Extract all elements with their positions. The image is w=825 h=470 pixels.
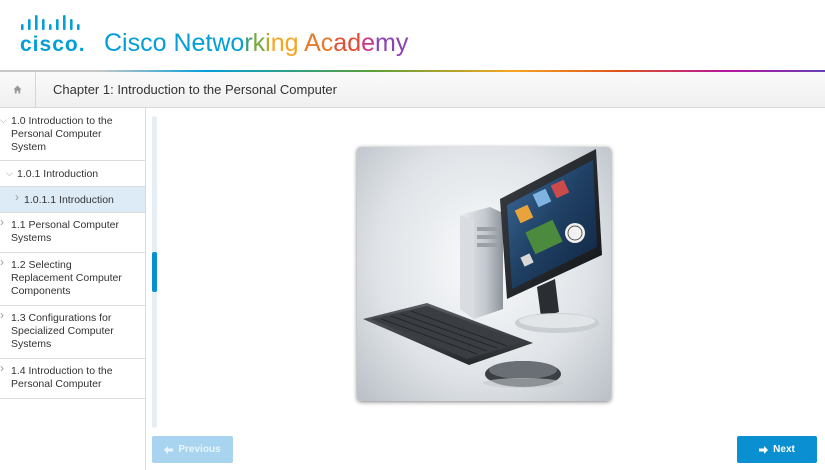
- content-scrollbar[interactable]: [152, 116, 157, 428]
- chapter-bar: Chapter 1: Introduction to the Personal …: [0, 72, 825, 108]
- chapter-title: Chapter 1: Introduction to the Personal …: [53, 82, 337, 97]
- sidebar-item-label: 1.0.1 Introduction: [17, 168, 98, 181]
- sidebar-item-label-line: 1.1 Personal Computer: [11, 219, 119, 231]
- sidebar-item-label-line: 1.0.1 Introduction: [17, 168, 99, 180]
- sidebar-item-label-line: Systems: [11, 338, 52, 350]
- chevron-down-icon: ⌵: [6, 168, 13, 178]
- chevron-right-icon: ›: [0, 361, 4, 375]
- arrow-left-icon: [164, 445, 174, 454]
- sidebar-item-label-line: 1.3 Configurations for: [11, 312, 112, 324]
- chevron-down-icon: ⌵: [0, 115, 7, 125]
- header: cisco. Cisco Networking Academy: [0, 0, 825, 70]
- sidebar-item-label: 1.2 Selecting Replacement Computer Compone…: [11, 259, 122, 298]
- desktop-computer-image: [363, 149, 602, 388]
- sidebar-item-label-line: Specialized Computer: [11, 325, 114, 337]
- sidebar-item[interactable]: › 1.0.1.1 Introduction: [0, 187, 145, 213]
- home-button[interactable]: [0, 72, 36, 107]
- sidebar-item-label-line: Components: [11, 285, 71, 297]
- arrow-right-icon: [759, 445, 769, 454]
- sidebar-item-label-line: Replacement Computer: [11, 272, 122, 284]
- sidebar-item-label-line: 1.0 Introduction to the: [11, 115, 113, 127]
- sidebar-item-label: 1.0 Introduction to the Personal Computer…: [11, 115, 113, 154]
- cisco-bars-icon: [21, 15, 80, 30]
- next-button[interactable]: Next: [737, 436, 817, 463]
- home-icon: [13, 85, 22, 94]
- cisco-wordmark: cisco.: [20, 33, 86, 56]
- computer-illustration: [357, 147, 611, 401]
- chevron-right-icon: ›: [0, 255, 4, 269]
- sidebar-item[interactable]: ⌵ 1.0.1 Introduction: [0, 161, 145, 187]
- chevron-right-icon: ›: [0, 215, 4, 229]
- sidebar-item[interactable]: › 1.4 Introduction to the Personal Compute…: [0, 359, 145, 399]
- sidebar-item-label: 1.0.1.1 Introduction: [24, 194, 114, 207]
- sidebar-nav: ⌵ 1.0 Introduction to the Personal Compute…: [0, 108, 146, 470]
- sidebar-item[interactable]: › 1.3 Configurations for Specialized Compu…: [0, 306, 145, 359]
- brand-title-part: Cisco: [104, 29, 174, 57]
- brand-title-part: my: [375, 29, 409, 57]
- sidebar-item-label-line: Personal Computer: [11, 128, 102, 140]
- sidebar-item-label-line: Systems: [11, 232, 52, 244]
- sidebar-item[interactable]: › 1.1 Personal Computer Systems: [0, 213, 145, 253]
- sidebar-item-label-line: Personal Computer: [11, 378, 102, 390]
- brand-title: Cisco Networking Academy: [104, 28, 408, 58]
- sidebar-item[interactable]: › 1.2 Selecting Replacement Computer Compon…: [0, 253, 145, 306]
- previous-label: Previous: [178, 444, 221, 455]
- previous-button[interactable]: Previous: [152, 436, 233, 463]
- brand-title-part: Netwo: [173, 29, 245, 57]
- brand-title-part: e: [361, 29, 376, 57]
- sidebar-item-label: 1.1 Personal Computer Systems: [11, 219, 119, 245]
- sidebar-item-label-line: 1.0.1.1 Introduction: [24, 194, 114, 206]
- sidebar-item[interactable]: ⌵ 1.0 Introduction to the Personal Compute…: [0, 108, 145, 161]
- cisco-logo: cisco.: [19, 15, 89, 56]
- sidebar-item-label-line: System: [11, 141, 47, 153]
- brand-title-part: k: [252, 29, 266, 57]
- brand-title-part: r: [244, 29, 253, 57]
- sidebar-item-label: 1.4 Introduction to the Personal Computer: [11, 365, 113, 391]
- sidebar-item-label: 1.3 Configurations for Specialized Comput…: [11, 312, 114, 351]
- brand-title-part: ng: [270, 29, 305, 57]
- scrollbar-thumb[interactable]: [152, 252, 157, 292]
- next-label: Next: [773, 444, 795, 455]
- brand-title-part: ad: [333, 29, 362, 57]
- sidebar-item-label-line: 1.2 Selecting: [11, 259, 72, 271]
- chevron-right-icon: ›: [15, 190, 19, 204]
- sidebar-item-label-line: 1.4 Introduction to the: [11, 365, 113, 377]
- brand-title-part: Ac: [304, 29, 334, 57]
- chevron-right-icon: ›: [0, 308, 4, 322]
